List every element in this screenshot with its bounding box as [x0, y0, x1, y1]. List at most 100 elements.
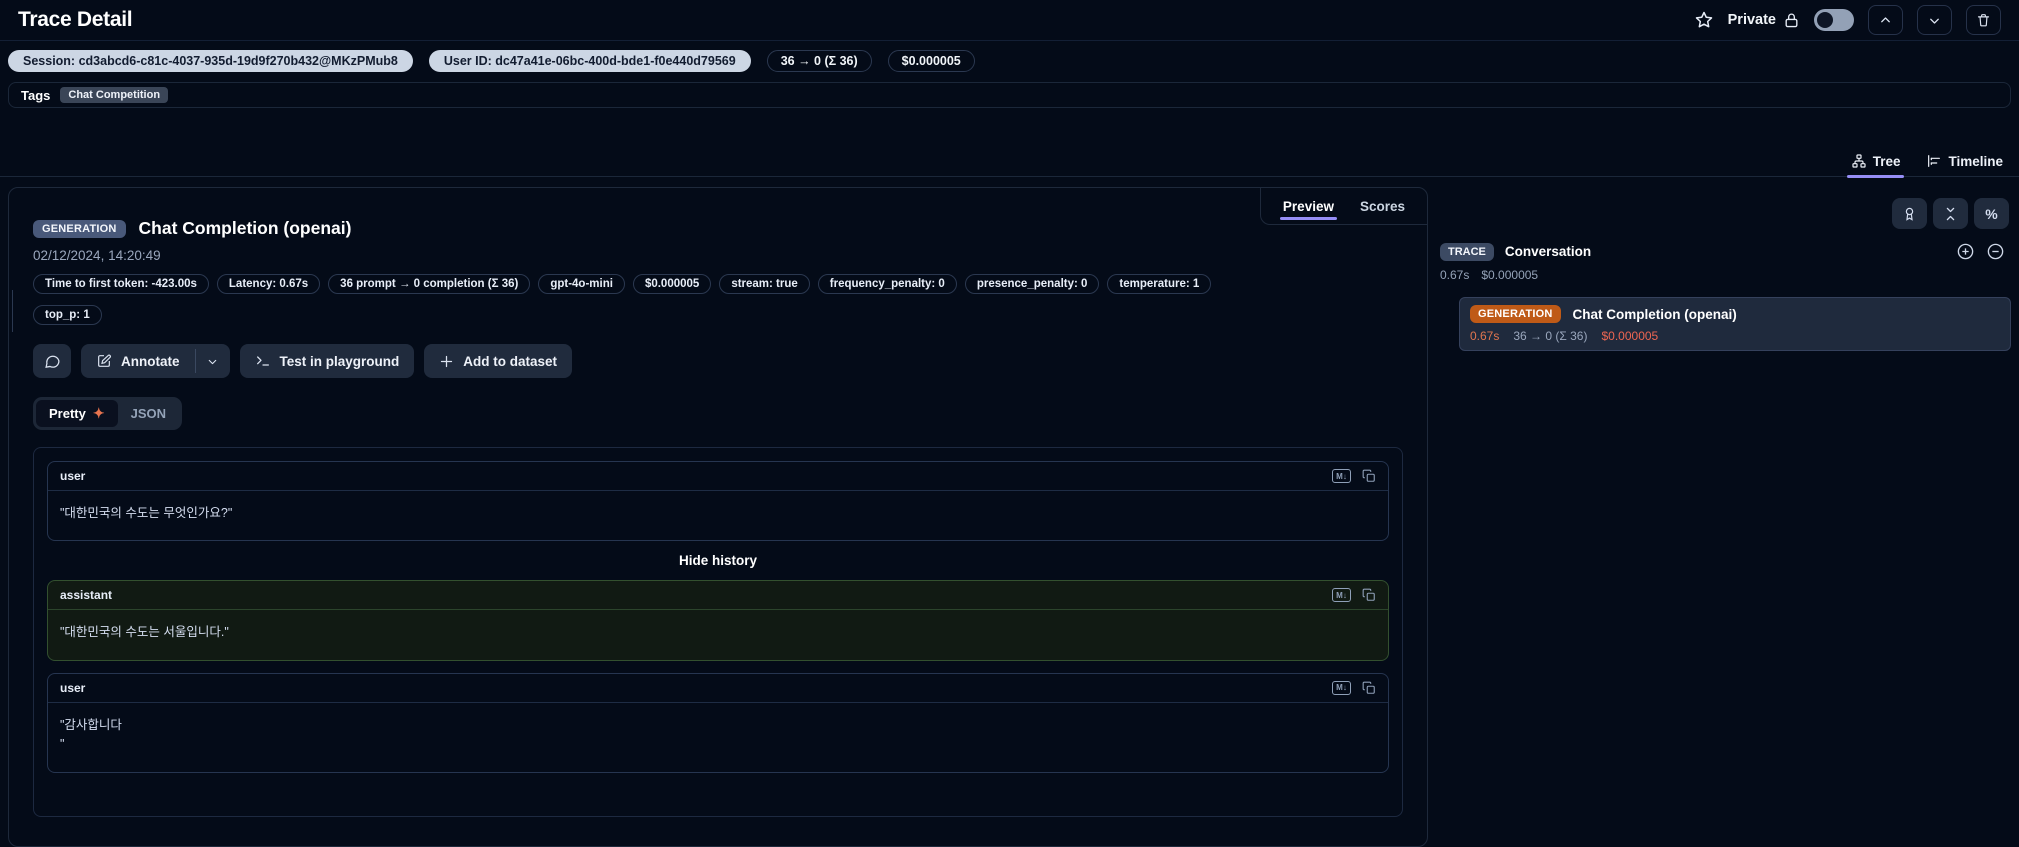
next-trace-button[interactable] [1917, 5, 1952, 35]
message-content: "감사합니다 " [60, 717, 122, 752]
delete-trace-button[interactable] [1966, 5, 2001, 35]
add-to-dataset-button[interactable]: Add to dataset [424, 344, 573, 378]
markdown-toggle-icon[interactable]: M↓ [1332, 588, 1351, 603]
bookmark-star-icon[interactable] [1694, 10, 1714, 30]
message-role-label: assistant [60, 588, 113, 603]
metric-pill-model[interactable]: gpt-4o-mini [538, 274, 625, 294]
toggle-percentages-button[interactable]: % [1974, 198, 2009, 229]
copy-icon[interactable] [1362, 588, 1376, 602]
message-header: assistant M↓ [48, 581, 1388, 611]
generation-latency: 0.67s [1470, 329, 1500, 343]
prev-trace-button[interactable] [1868, 5, 1903, 35]
trash-icon [1976, 12, 1991, 28]
expand-all-icon[interactable] [1956, 242, 1975, 261]
fold-vertical-icon [1943, 206, 1958, 222]
message-content: "대한민국의 수도는 서울입니다." [60, 625, 229, 640]
tree-toolbar: % [1440, 198, 2011, 229]
award-icon [1902, 206, 1917, 222]
copy-icon[interactable] [1362, 469, 1376, 483]
metric-pill-cost: $0.000005 [632, 274, 712, 294]
trace-id-row: Session: cd3abcd6-c81c-4037-935d-19d9f27… [0, 41, 2019, 79]
message-role-label: user [60, 469, 86, 483]
tree-indent-guide [12, 290, 13, 332]
tab-preview-label: Preview [1282, 198, 1334, 214]
scores-award-button[interactable] [1892, 198, 1927, 229]
tag-chip[interactable]: Chat Competition [60, 87, 169, 103]
trace-type-badge: TRACE [1440, 242, 1494, 261]
view-mode-tabs: Tree Timeline [0, 146, 2019, 178]
tree-icon [1851, 153, 1867, 169]
tree-item-generation[interactable]: GENERATION Chat Completion (openai) 0.67… [1459, 297, 2011, 351]
trace-tree-sidebar: % TRACE Conversation 0.67s $0.000005 GEN… [1440, 187, 2011, 351]
format-json-segment[interactable]: JSON [118, 401, 179, 426]
lock-icon [1783, 12, 1800, 29]
metric-pill-top-p: top_p: 1 [33, 305, 102, 325]
tab-preview[interactable]: Preview [1279, 188, 1337, 224]
observation-metrics-row-2: top_p: 1 [33, 305, 1403, 325]
annotate-split-button: Annotate [81, 344, 230, 378]
public-toggle[interactable] [1814, 9, 1854, 31]
message-user-1: user M↓ "대한민국의 수도는 무엇인가요?" [47, 461, 1389, 542]
annotate-label: Annotate [121, 353, 180, 369]
token-usage-badge: 36 → 0 (Σ 36) [766, 50, 872, 72]
collapse-all-circle-icon[interactable] [1986, 242, 2005, 261]
observation-title: Chat Completion (openai) [138, 218, 352, 238]
format-toggle: Pretty ✦ JSON [33, 397, 182, 430]
add-to-dataset-label: Add to dataset [463, 353, 558, 369]
messages-container: user M↓ "대한민국의 수도는 무엇인가요?" Hide history … [33, 447, 1403, 817]
tags-row: Tags Chat Competition [8, 82, 2011, 108]
chevron-up-icon [1878, 13, 1893, 28]
trace-title: Conversation [1504, 244, 1592, 259]
header-controls: Private [1694, 5, 2001, 35]
tab-timeline-label: Timeline [1948, 153, 2003, 169]
timeline-icon [1926, 153, 1942, 169]
comments-button[interactable] [33, 344, 71, 378]
copy-icon[interactable] [1362, 681, 1376, 695]
plus-icon [439, 354, 454, 369]
message-assistant: assistant M↓ "대한민국의 수도는 서울입니다." [47, 580, 1389, 661]
observation-detail-panel: Preview Scores GENERATION Chat Completio… [8, 187, 1428, 847]
tab-scores[interactable]: Scores [1360, 188, 1405, 224]
format-pretty-label: Pretty [49, 406, 86, 421]
trace-metrics: 0.67s $0.000005 [1440, 268, 2011, 282]
session-badge[interactable]: Session: cd3abcd6-c81c-4037-935d-19d9f27… [8, 50, 413, 72]
tab-timeline[interactable]: Timeline [1926, 146, 2003, 176]
metric-pill-temperature: temperature: 1 [1107, 274, 1212, 294]
format-pretty-segment[interactable]: Pretty ✦ [36, 400, 118, 427]
message-content: "대한민국의 수도는 무엇인가요?" [60, 506, 233, 520]
privacy-label: Private [1727, 12, 1776, 28]
tab-scores-label: Scores [1359, 198, 1405, 214]
message-header-icons: M↓ [1332, 680, 1376, 695]
test-in-playground-button[interactable]: Test in playground [239, 344, 415, 378]
message-role-label: user [60, 680, 86, 695]
hide-history-button[interactable]: Hide history [47, 553, 1389, 568]
generation-item-metrics: 0.67s 36 → 0 (Σ 36) $0.000005 [1470, 329, 2000, 343]
annotate-dropdown-button[interactable] [196, 344, 230, 378]
metric-pill-frequency-penalty: frequency_penalty: 0 [817, 274, 957, 294]
trace-latency: 0.67s [1440, 268, 1470, 282]
percent-icon: % [1985, 205, 1998, 222]
format-json-label: JSON [130, 406, 166, 421]
observation-type-badge: GENERATION [33, 219, 126, 238]
generation-tokens: 36 → 0 (Σ 36) [1513, 329, 1588, 343]
markdown-toggle-icon[interactable]: M↓ [1332, 680, 1351, 695]
preview-scores-tabs: Preview Scores [1259, 188, 1427, 225]
annotate-button[interactable]: Annotate [81, 344, 195, 378]
markdown-toggle-icon[interactable]: M↓ [1332, 469, 1351, 483]
metric-pill-tokens: 36 prompt → 0 completion (Σ 36) [328, 274, 531, 294]
observation-timestamp: 02/12/2024, 14:20:49 [33, 248, 161, 263]
chevron-down-icon [1927, 13, 1942, 28]
sparkles-icon: ✦ [92, 405, 105, 421]
generation-cost: $0.000005 [1601, 329, 1659, 343]
tab-tree[interactable]: Tree [1846, 146, 1905, 178]
trace-root-row[interactable]: TRACE Conversation [1440, 242, 2011, 261]
metric-pill-latency: Latency: 0.67s [216, 274, 321, 294]
collapse-all-button[interactable] [1933, 198, 1968, 229]
generation-item-header: GENERATION Chat Completion (openai) [1470, 305, 2000, 323]
chat-bubble-icon [44, 353, 61, 370]
toggle-knob [1817, 12, 1833, 28]
terminal-icon [255, 353, 271, 369]
user-id-badge[interactable]: User ID: dc47a41e-06bc-400d-bde1-f0e440d… [428, 50, 751, 72]
metric-pill-ttft: Time to first token: -423.00s [33, 274, 209, 294]
message-header: user M↓ [48, 462, 1388, 491]
